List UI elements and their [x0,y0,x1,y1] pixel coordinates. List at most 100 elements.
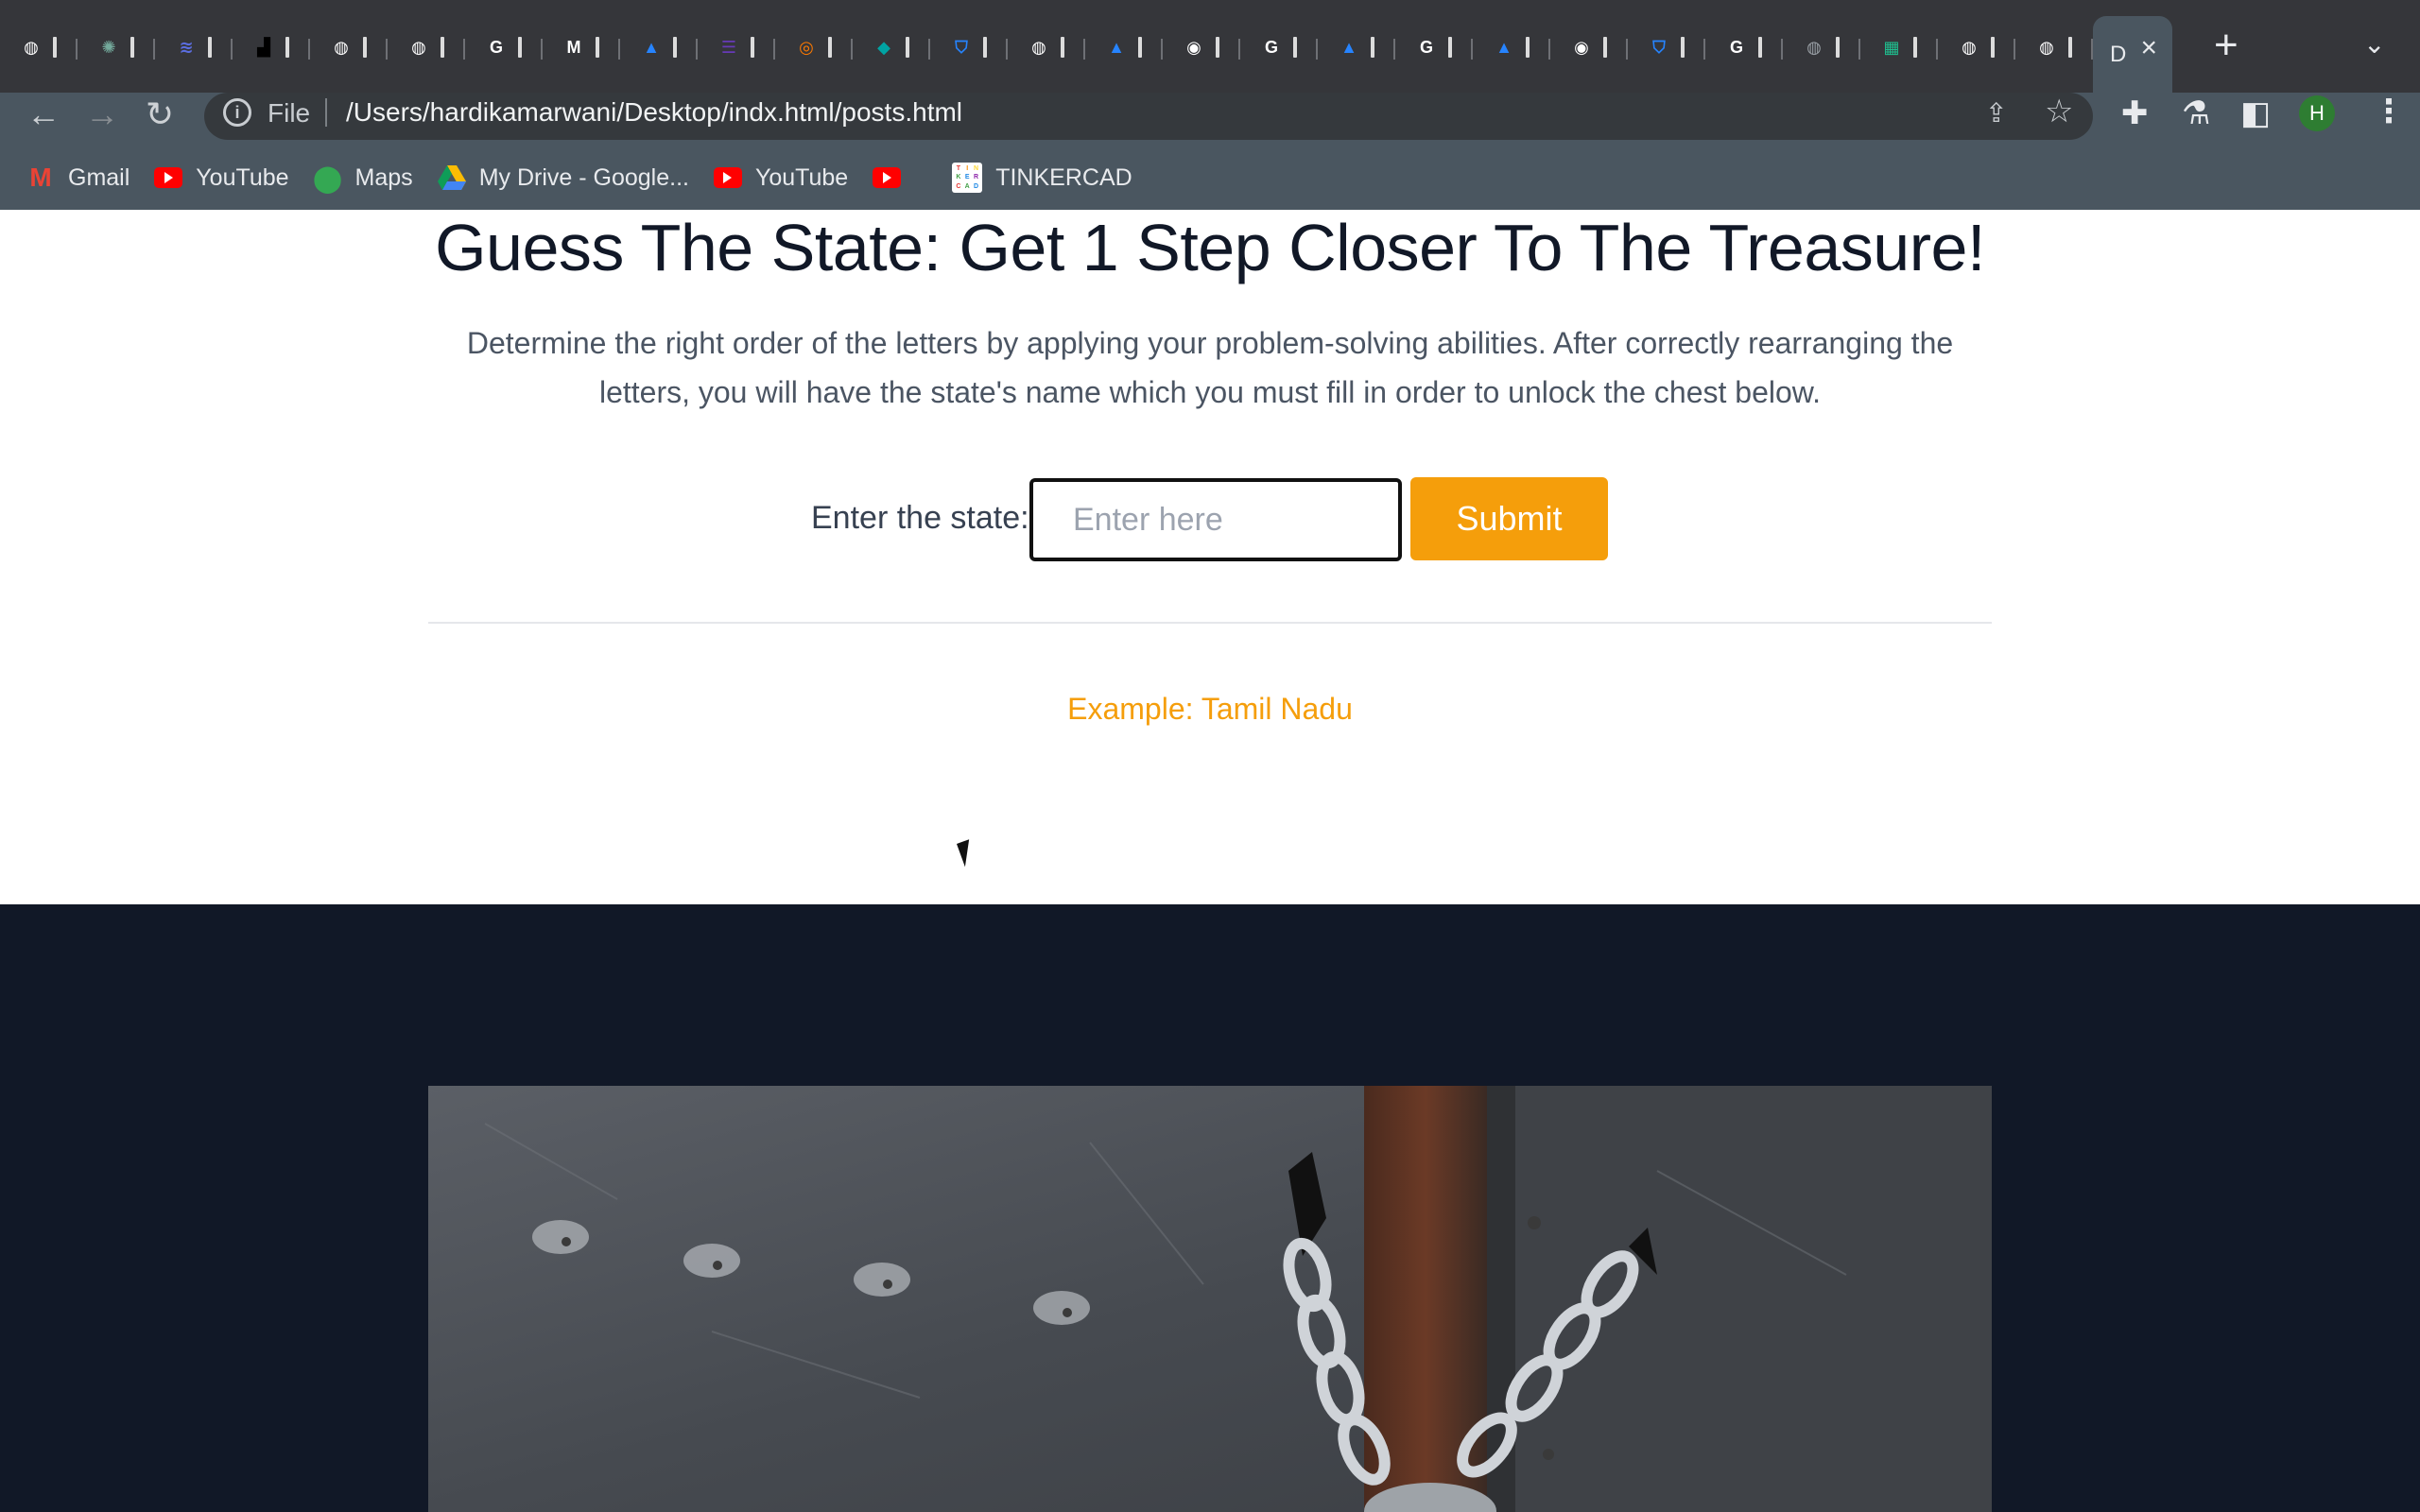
browser-tab[interactable]: G [1240,16,1318,78]
browser-tab[interactable]: ⛉ [1628,16,1705,78]
forms-icon: ☰ [720,37,737,57]
browser-tab[interactable]: ◍ [1783,16,1860,78]
browser-tab[interactable]: ◉ [1163,16,1240,78]
google-icon: G [1264,37,1278,57]
browser-tab[interactable]: ◍ [0,16,78,78]
browser-tab[interactable]: ▲ [1085,16,1163,78]
globe-icon: ◍ [411,37,426,57]
new-tab-button[interactable]: + [2214,25,2238,66]
browser-tab[interactable]: ◍ [2015,16,2093,78]
browser-tab[interactable]: ☰ [698,16,775,78]
atlassian-icon: ▲ [1495,37,1512,57]
tab-title-fragment [1991,37,1995,58]
tab-title-fragment [1061,37,1064,58]
browser-tab[interactable]: ◍ [1008,16,1085,78]
browser-tab[interactable]: ▦ [1860,16,1938,78]
submit-button[interactable]: Submit [1410,477,1608,560]
extensions-icon[interactable]: ✚ [2121,94,2149,132]
maps-icon: ⬤ [312,163,343,193]
reload-button[interactable]: ↻ [146,94,174,134]
close-tab-icon[interactable]: × [2140,32,2157,64]
bookmark-label: YouTube [196,163,289,191]
browser-tab[interactable]: ◍ [310,16,388,78]
bookmark-star-icon[interactable]: ☆ [2045,93,2073,130]
bookmark-maps[interactable]: ⬤ Maps [312,163,413,193]
browser-menu-icon[interactable]: ⋮ [2373,93,2405,130]
tab-title-fragment [906,37,909,58]
globe-icon: ◍ [2039,37,2054,57]
tab-title-fragment [53,37,57,58]
bookmark-youtube[interactable]: YouTube [713,163,849,192]
bookmark-label: YouTube [754,163,849,191]
tab-title-fragment [1526,37,1530,58]
atlassian-icon: ▲ [1340,37,1357,57]
bitbucket-icon: ⛉ [1652,37,1666,57]
chrome-icon: ◉ [1186,37,1201,57]
tab-title-fragment [208,37,212,58]
youtube-icon [154,167,183,188]
browser-tab[interactable]: ▟ [233,16,310,78]
tab-title-fragment [1293,37,1297,58]
bookmark-gmail[interactable]: M Gmail [26,163,130,192]
browser-tab[interactable]: ▲ [1473,16,1550,78]
browser-tab[interactable]: ⛉ [930,16,1008,78]
back-button[interactable]: ← [26,94,60,134]
bookmarks-bar: M Gmail YouTube ⬤ Maps My Drive - Google… [26,155,1157,200]
url-scheme-label: File [268,98,311,128]
bookmark-tinkercad[interactable]: TIN KER CAD TINKERCAD [952,163,1132,193]
tab-title-fragment [1913,37,1917,58]
youtube-icon [873,167,902,188]
tab-title-fragment [1836,37,1840,58]
tab-title-fragment [1758,37,1762,58]
sheets-icon: ▦ [1883,37,1900,57]
bookmark-my-drive[interactable]: My Drive - Google... [437,163,689,192]
tab-title-fragment [363,37,367,58]
chatgpt-icon: ✺ [101,37,116,57]
diamond-icon: ◆ [877,37,890,57]
browser-tab[interactable]: ◉ [1550,16,1628,78]
tab-title-fragment [285,37,289,58]
browser-tab[interactable]: G [465,16,543,78]
browser-tab[interactable]: ◍ [1938,16,2015,78]
bookmark-label: My Drive - Google... [478,163,689,191]
tab-title-fragment [983,37,987,58]
tab-title-fragment [1138,37,1142,58]
browser-tab[interactable]: G [1705,16,1783,78]
labs-flask-icon[interactable]: ⚗ [2182,94,2210,132]
bookmark-youtube-unlabeled[interactable] [873,167,914,188]
browser-tab[interactable]: ◎ [775,16,853,78]
browser-tab[interactable]: ◍ [388,16,465,78]
site-info-icon[interactable]: i [223,98,251,127]
share-icon[interactable]: ⇪ [1985,97,2007,129]
tab-search-chevron-icon[interactable]: ⌄ [2363,28,2385,60]
tab-title-fragment [1371,37,1374,58]
browser-tab[interactable]: ≋ [155,16,233,78]
url-text[interactable]: /Users/hardikamarwani/Desktop/indx.html/… [346,97,962,128]
browser-tab[interactable]: ✺ [78,16,155,78]
browser-tab[interactable]: ▲ [620,16,698,78]
bitbucket-icon: ⛉ [955,37,968,57]
tab-title-fragment [518,37,522,58]
tab-title-fragment [673,37,677,58]
active-tab[interactable]: D × [2093,16,2172,93]
tab-title-fragment [751,37,754,58]
example-hint: Example: Tamil Nadu [1067,692,1353,726]
globe-icon: ◍ [1031,37,1046,57]
bookmark-label: Gmail [68,163,130,191]
bookmark-youtube[interactable]: YouTube [154,163,289,192]
chrome-icon: ◉ [1574,37,1589,57]
active-tab-label: D [2110,41,2127,67]
browser-tab[interactable]: ▲ [1318,16,1395,78]
profile-avatar[interactable]: H [2299,95,2335,131]
browser-tab[interactable]: ◆ [853,16,930,78]
section-divider [428,622,1992,624]
state-input[interactable] [1029,478,1402,561]
locked-chest-image [428,1086,1992,1512]
globe-icon: ◍ [24,37,39,57]
browser-tab[interactable]: M [543,16,620,78]
side-panel-icon[interactable]: ◧ [2240,94,2271,132]
atlassian-icon: ▲ [1108,37,1125,57]
tinkercad-icon: TIN KER CAD [952,163,983,193]
forward-button[interactable]: → [85,94,119,134]
browser-tab[interactable]: G [1395,16,1473,78]
